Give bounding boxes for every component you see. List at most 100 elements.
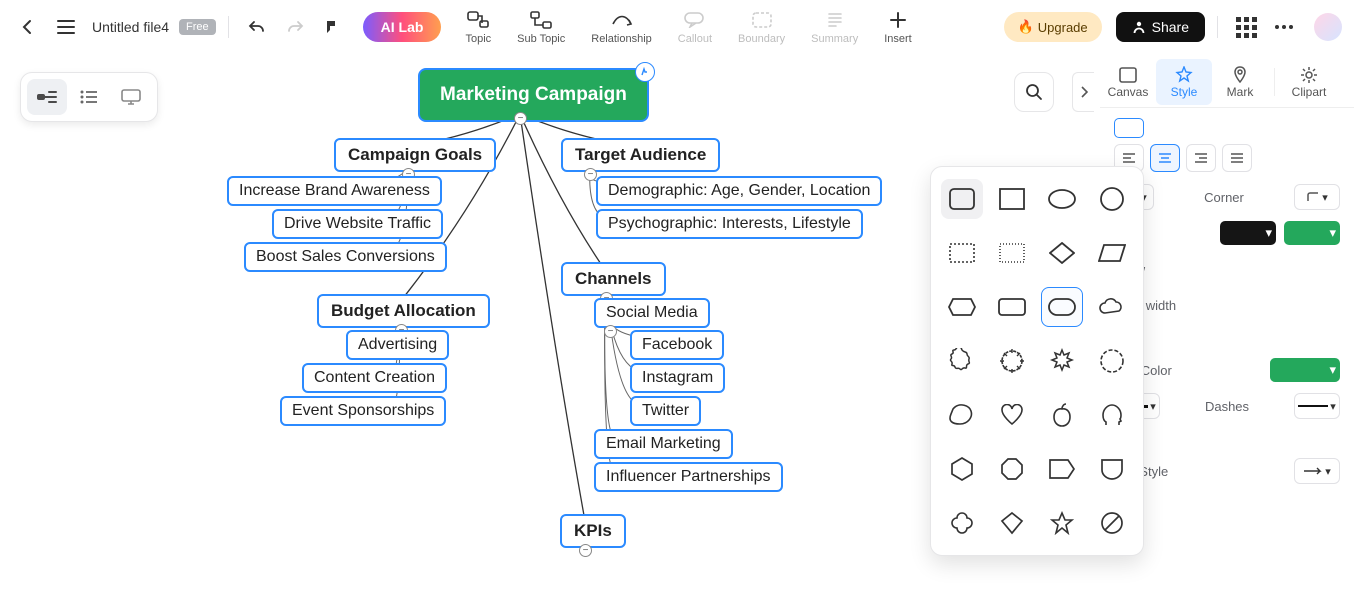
shape-spiky[interactable]: [1041, 341, 1083, 381]
root-label: Marketing Campaign: [440, 84, 627, 105]
undo-button[interactable]: [241, 11, 273, 43]
shape-hexagon[interactable]: [941, 449, 983, 489]
shape-dashed-rect[interactable]: [941, 233, 983, 273]
shape-burst2[interactable]: [991, 341, 1033, 381]
share-label: Share: [1152, 19, 1189, 35]
shape-burst1[interactable]: [941, 341, 983, 381]
shape-parallelogram[interactable]: [1091, 233, 1133, 273]
root-node[interactable]: Marketing Campaign: [418, 68, 649, 122]
relationship-tool[interactable]: Relationship: [581, 9, 662, 45]
apps-button[interactable]: [1230, 11, 1262, 43]
corner-select[interactable]: ▾: [1294, 184, 1340, 210]
file-name[interactable]: Untitled file4: [92, 19, 169, 35]
shape-stadium[interactable]: [991, 287, 1033, 327]
boundary-label: Boundary: [738, 33, 785, 45]
shape-rounded-rect[interactable]: [941, 179, 983, 219]
shape-circle[interactable]: [1091, 179, 1133, 219]
connector-style-select[interactable]: ▾: [1294, 458, 1340, 484]
tab-style[interactable]: Style: [1156, 59, 1212, 105]
node-influencer-partnerships[interactable]: Influencer Partnerships: [594, 462, 783, 492]
share-button[interactable]: Share: [1116, 12, 1205, 42]
border-color-swatch[interactable]: ▾: [1270, 358, 1340, 382]
align-row: [1114, 144, 1340, 172]
shape-pill[interactable]: [1041, 287, 1083, 327]
shape-indicator[interactable]: [1114, 118, 1144, 138]
tab-mark-label: Mark: [1227, 85, 1254, 99]
topic-label: Topic: [465, 33, 491, 45]
node-email-marketing[interactable]: Email Marketing: [594, 429, 733, 459]
shape-star[interactable]: [1041, 503, 1083, 543]
topic-tool[interactable]: Topic: [455, 9, 501, 45]
node-instagram[interactable]: Instagram: [630, 363, 725, 393]
dashes-select[interactable]: ▾: [1294, 393, 1340, 419]
align-right-button[interactable]: [1186, 144, 1216, 172]
tab-clipart[interactable]: Clipart: [1281, 59, 1337, 105]
shape-scalloped[interactable]: [1091, 341, 1133, 381]
shape-blob[interactable]: [941, 395, 983, 435]
tab-canvas[interactable]: Canvas: [1100, 59, 1156, 105]
tab-mark[interactable]: Mark: [1212, 59, 1268, 105]
top-toolbar: Untitled file4 Free AI Lab Topic Sub Top…: [0, 0, 1354, 54]
shape-gem[interactable]: [991, 503, 1033, 543]
shape-hexagon-h[interactable]: [941, 287, 983, 327]
node-drive-website-traffic[interactable]: Drive Website Traffic: [272, 209, 443, 239]
divider: [1274, 68, 1275, 96]
redo-button[interactable]: [279, 11, 311, 43]
ai-lab-button[interactable]: AI Lab: [363, 12, 442, 42]
shape-rect[interactable]: [991, 179, 1033, 219]
callout-tool[interactable]: Callout: [668, 9, 722, 45]
avatar[interactable]: [1314, 13, 1342, 41]
node-campaign-goals[interactable]: Campaign Goals: [334, 138, 496, 172]
node-facebook[interactable]: Facebook: [630, 330, 724, 360]
right-panel-tabs: Canvas Style Mark Clipart: [1100, 56, 1354, 108]
upgrade-label: Upgrade: [1038, 20, 1088, 35]
node-event-sponsorships[interactable]: Event Sponsorships: [280, 396, 446, 426]
collapse-toggle[interactable]: −: [514, 112, 527, 125]
menu-button[interactable]: [50, 11, 82, 43]
node-increase-brand-awareness[interactable]: Increase Brand Awareness: [227, 176, 442, 206]
subtopic-tool[interactable]: Sub Topic: [507, 9, 575, 45]
collapse-toggle[interactable]: −: [579, 544, 592, 557]
upgrade-button[interactable]: 🔥Upgrade: [1004, 12, 1102, 42]
node-demographic[interactable]: Demographic: Age, Gender, Location: [596, 176, 882, 206]
shape-apple[interactable]: [1041, 395, 1083, 435]
dashes-label: Dashes: [1205, 399, 1249, 414]
node-budget-allocation[interactable]: Budget Allocation: [317, 294, 490, 328]
node-boost-sales-conversions[interactable]: Boost Sales Conversions: [244, 242, 447, 272]
shape-tag[interactable]: [1041, 449, 1083, 489]
collapse-toggle[interactable]: −: [584, 168, 597, 181]
more-button[interactable]: [1268, 11, 1300, 43]
relationship-label: Relationship: [591, 33, 652, 45]
fill-secondary-swatch[interactable]: ▾: [1220, 221, 1276, 245]
insert-label: Insert: [884, 33, 912, 45]
node-psychographic[interactable]: Psychographic: Interests, Lifestyle: [596, 209, 863, 239]
border-section-header: r: [1114, 332, 1340, 347]
shape-cloud[interactable]: [1091, 287, 1133, 327]
node-social-media[interactable]: Social Media: [594, 298, 710, 328]
shape-heart[interactable]: [991, 395, 1033, 435]
shape-head[interactable]: [1091, 395, 1133, 435]
format-painter-button[interactable]: [317, 11, 349, 43]
shape-octagon[interactable]: [991, 449, 1033, 489]
shape-ellipse[interactable]: [1041, 179, 1083, 219]
insert-tool[interactable]: Insert: [874, 9, 922, 45]
align-justify-button[interactable]: [1222, 144, 1252, 172]
shape-no[interactable]: [1091, 503, 1133, 543]
summary-tool[interactable]: Summary: [801, 9, 868, 45]
ai-badge-icon[interactable]: [635, 62, 655, 82]
node-content-creation[interactable]: Content Creation: [302, 363, 447, 393]
shape-quatrefoil[interactable]: [941, 503, 983, 543]
node-kpis[interactable]: KPIs: [560, 514, 626, 548]
shape-shield[interactable]: [1091, 449, 1133, 489]
node-twitter[interactable]: Twitter: [630, 396, 701, 426]
fill-primary-swatch[interactable]: ▾: [1284, 221, 1340, 245]
boundary-tool[interactable]: Boundary: [728, 9, 795, 45]
shape-diamond[interactable]: [1041, 233, 1083, 273]
back-button[interactable]: [12, 11, 44, 43]
node-advertising[interactable]: Advertising: [346, 330, 449, 360]
collapse-toggle[interactable]: −: [604, 325, 617, 338]
node-channels[interactable]: Channels: [561, 262, 666, 296]
align-center-button[interactable]: [1150, 144, 1180, 172]
shape-dotted-rect[interactable]: [991, 233, 1033, 273]
node-target-audience[interactable]: Target Audience: [561, 138, 720, 172]
